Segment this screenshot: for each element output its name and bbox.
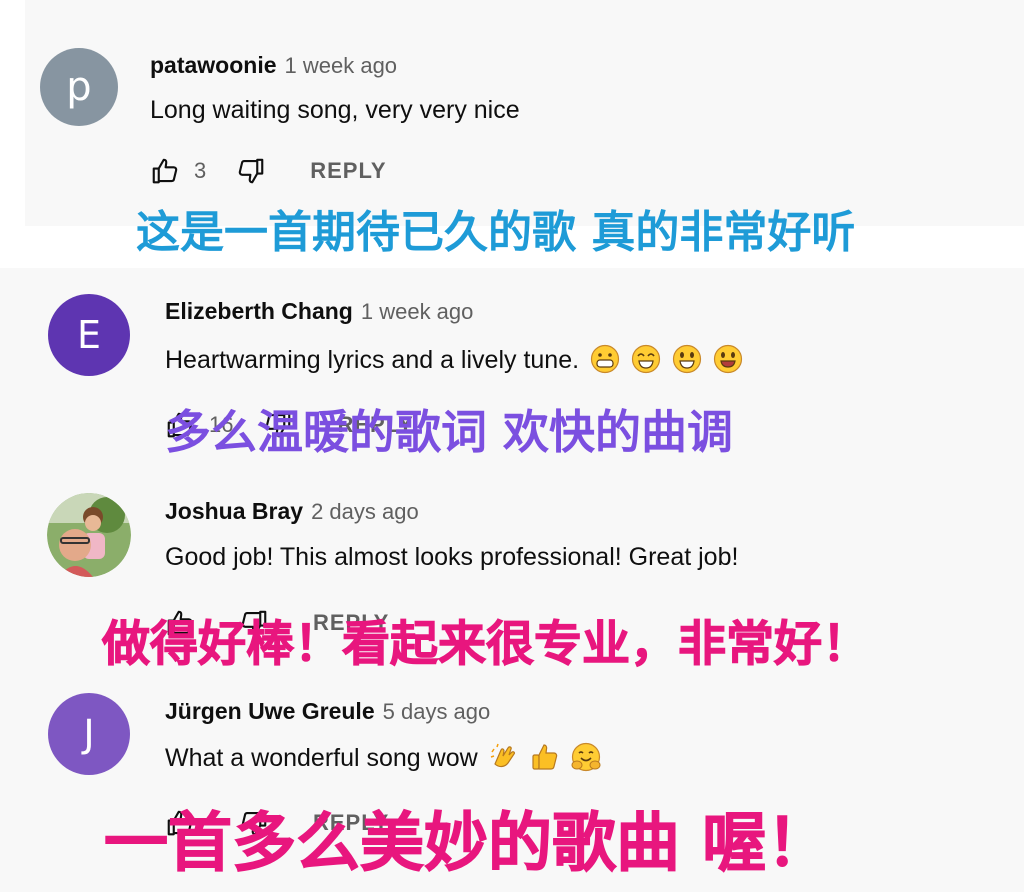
comment-author-2[interactable]: Elizeberth Chang 1 week ago — [165, 298, 473, 325]
thumbs-up-emoji-icon — [531, 744, 557, 770]
author-name[interactable]: Joshua Bray — [165, 498, 303, 524]
avatar[interactable]: E — [48, 294, 130, 376]
comment-time[interactable]: 2 days ago — [311, 499, 419, 524]
comment-text: What a wonderful song wow — [165, 744, 478, 772]
like-count: 3 — [194, 158, 207, 183]
grinning-face-icon — [590, 344, 620, 374]
caption-translation-1: 这是一首期待已久的歌 真的非常好听 — [136, 207, 856, 258]
avatar[interactable]: J — [48, 693, 130, 775]
comment-time[interactable]: 1 week ago — [285, 53, 398, 78]
author-name[interactable]: Elizeberth Chang — [165, 298, 353, 324]
comment-author-3[interactable]: Joshua Bray 2 days ago — [165, 498, 419, 525]
caption-translation-4: 一首多么美妙的歌曲 喔！ — [103, 807, 831, 882]
comment-time[interactable]: 5 days ago — [383, 699, 491, 724]
comment-text: Heartwarming lyrics and a lively tune. — [165, 346, 580, 374]
author-name[interactable]: patawoonie — [150, 52, 277, 78]
smiley-face-icon — [713, 344, 743, 374]
reply-button[interactable]: REPLY — [310, 158, 386, 184]
caption-translation-2: 多么温暖的歌词 欢快的曲调 — [165, 405, 734, 459]
comment-author-1[interactable]: patawoonie 1 week ago — [150, 52, 397, 79]
comment-actions-1: 3 REPLY — [150, 156, 387, 186]
comment-time[interactable]: 1 week ago — [361, 299, 474, 324]
like-icon[interactable] — [150, 156, 180, 186]
hugging-face-icon — [571, 742, 601, 772]
clapping-hands-icon — [490, 743, 515, 768]
smiling-eyes-face-icon — [631, 344, 661, 374]
author-name[interactable]: Jürgen Uwe Greule — [165, 698, 375, 724]
caption-translation-3: 做得好棒！看起来很专业，非常好！ — [101, 616, 871, 673]
avatar[interactable] — [47, 493, 131, 577]
comment-text-4: What a wonderful song wow — [165, 742, 601, 773]
comment-text-1: Long waiting song, very very nice — [150, 96, 520, 124]
avatar[interactable]: p — [40, 48, 118, 126]
comment-author-4[interactable]: Jürgen Uwe Greule 5 days ago — [165, 698, 490, 725]
big-eyes-smile-icon — [672, 344, 702, 374]
dislike-icon[interactable] — [236, 156, 266, 186]
comment-text-3: Good job! This almost looks professional… — [165, 543, 739, 571]
comment-text-2: Heartwarming lyrics and a lively tune. — [165, 344, 743, 375]
